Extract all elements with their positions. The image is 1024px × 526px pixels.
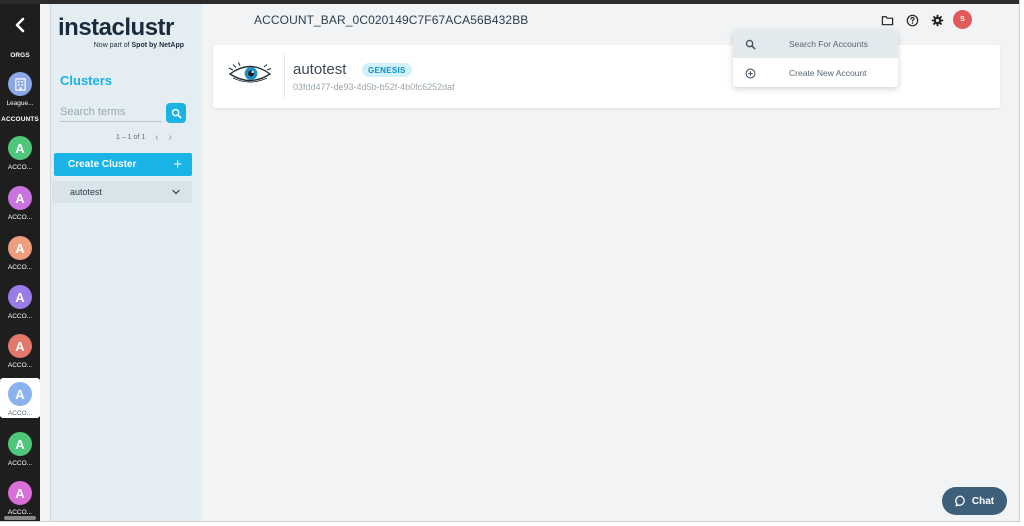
rail-account-item[interactable]: A ACCO... [0, 136, 40, 182]
cluster-list-item-name: autotest [70, 187, 103, 197]
folder-button[interactable] [878, 11, 896, 29]
rail-org-label: League... [6, 100, 34, 107]
rail-account-item[interactable]: A ACCO... [0, 236, 40, 282]
account-menu-dropdown: Search For Accounts Create New Account [733, 30, 898, 87]
account-avatar: A [8, 136, 32, 160]
rail-org-item[interactable]: League... [0, 72, 40, 118]
rail-account-item[interactable]: A ACCO... [0, 285, 40, 331]
create-account-menu-item[interactable]: Create New Account [733, 59, 898, 87]
chat-bubble-icon [955, 495, 965, 507]
chat-label: Chat [971, 495, 995, 507]
create-account-label: Create New Account [789, 68, 867, 78]
cluster-search-input[interactable] [60, 103, 162, 121]
account-avatar: A [8, 334, 32, 358]
account-label: ACCO... [7, 214, 33, 221]
rail-account-item[interactable]: A ACCO... [0, 186, 40, 232]
chat-button[interactable]: Chat [942, 487, 1007, 515]
search-accounts-menu-item[interactable]: Search For Accounts [733, 30, 898, 58]
chevron-left-icon [15, 17, 25, 33]
card-divider [284, 53, 285, 99]
back-button[interactable] [4, 10, 36, 40]
account-avatar: A [8, 236, 32, 260]
settings-button[interactable] [928, 11, 946, 29]
genesis-badge: GENESIS [362, 63, 412, 77]
app-window: ORGS League... ACCOUNTS A ACCO... A ACCO...… [0, 0, 1020, 522]
account-avatar: A [8, 285, 32, 309]
next-page-icon[interactable]: › [169, 132, 172, 143]
cluster-list-item[interactable]: autotest [52, 181, 192, 203]
account-label: ACCO... [7, 264, 33, 271]
instaclustr-logo: instaclustr Now part of Spot by NetApp [58, 14, 192, 50]
account-title: ACCOUNT_BAR_0C020149C7F67ACA56B432BB [254, 13, 529, 27]
search-accounts-label: Search For Accounts [789, 39, 868, 49]
rail-account-item[interactable]: A ACCO... [0, 378, 40, 418]
pagination-text: 1 – 1 of 1 [116, 133, 146, 141]
search-icon [733, 39, 767, 50]
help-button[interactable] [903, 11, 921, 29]
plus-icon: + [173, 156, 182, 173]
org-account-rail: ORGS League... ACCOUNTS A ACCO... A ACCO...… [0, 4, 40, 521]
chevron-down-icon [172, 189, 180, 195]
plus-circle-icon [733, 68, 767, 79]
prev-page-icon[interactable]: ‹ [155, 132, 158, 143]
cluster-name: autotest [293, 61, 347, 78]
rail-scrollbar[interactable] [4, 516, 36, 520]
rail-account-item[interactable]: A ACCO... [0, 334, 40, 380]
account-label: ACCO... [7, 164, 33, 171]
account-avatar: A [8, 432, 32, 456]
search-icon [171, 108, 182, 119]
account-label: ACCO... [7, 362, 33, 369]
account-label: ACCO... [7, 509, 33, 516]
clusters-title: Clusters [60, 73, 113, 88]
cluster-pagination: 1 – 1 of 1 ‹ › [116, 131, 172, 143]
account-avatar: A [8, 382, 32, 406]
logo-wordmark: instaclustr [58, 14, 174, 41]
logo-tagline: Now part of Spot by NetApp [58, 42, 192, 49]
logo-tagline-brand: Spot by NetApp [131, 42, 185, 49]
account-label: ACCO... [7, 410, 33, 417]
help-icon [906, 14, 918, 26]
folder-icon [881, 15, 893, 25]
account-avatar: A [8, 186, 32, 210]
building-icon [8, 72, 32, 96]
account-label: ACCO... [7, 313, 33, 320]
accounts-heading: ACCOUNTS [1, 116, 39, 123]
gear-icon [931, 14, 943, 26]
logo-tagline-prefix: Now part of [93, 42, 132, 49]
cluster-id: 03fdd477-de93-4d5b-b52f-4b0fc6252daf [293, 82, 455, 92]
cluster-search [60, 102, 162, 122]
create-cluster-button[interactable]: Create Cluster + [54, 153, 192, 176]
orgs-heading: ORGS [10, 52, 30, 59]
account-avatar: A [8, 481, 32, 505]
cluster-search-button[interactable] [166, 103, 186, 123]
rail-account-item[interactable]: A ACCO... [0, 432, 40, 478]
user-avatar[interactable]: S [953, 10, 972, 29]
account-label: ACCO... [7, 460, 33, 467]
cassandra-eye-icon [228, 62, 272, 83]
create-cluster-label: Create Cluster [68, 159, 137, 170]
